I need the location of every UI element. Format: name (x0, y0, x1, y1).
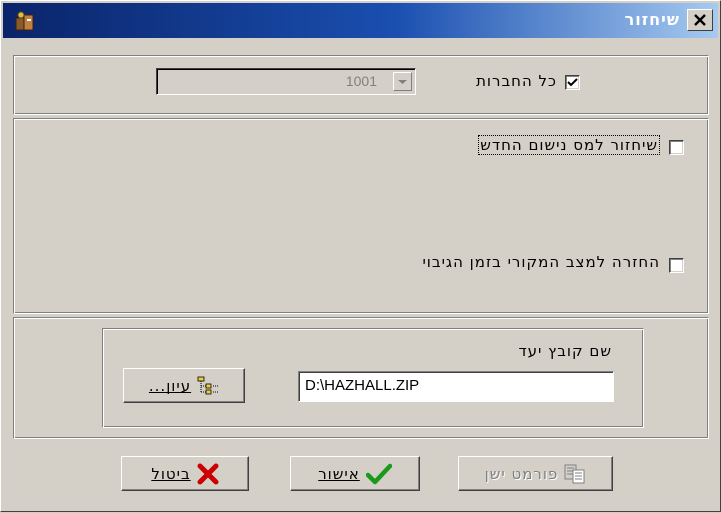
all-companies-label: כל החברות (476, 72, 557, 90)
old-format-label: פורמט ישן (484, 464, 559, 483)
tree-icon (197, 376, 219, 394)
company-select[interactable]: 1001 (156, 68, 416, 95)
restore-new-tax-label-wrap: שיחזור למס נישום החדש (478, 135, 660, 155)
check-icon (365, 463, 392, 484)
browse-button-label: עיון... (148, 376, 192, 395)
close-icon (694, 14, 706, 26)
target-file-input[interactable]: D:\HAZHALL.ZIP (298, 371, 614, 402)
ok-button[interactable]: אישור (290, 456, 420, 491)
document-icon (564, 464, 585, 483)
chevron-down-icon (398, 80, 407, 84)
close-button[interactable] (687, 9, 713, 31)
checkmark-icon (567, 78, 578, 87)
browse-button[interactable]: עיון... (123, 368, 245, 403)
title-bar[interactable]: שיחזור (3, 3, 718, 38)
x-icon (197, 463, 219, 484)
restore-dialog: שיחזור כל החברות 1001 שיחזור למס נישום ה… (0, 0, 721, 512)
company-select-dropdown-button[interactable] (393, 72, 412, 91)
ok-button-label: אישור (318, 464, 360, 483)
restore-new-tax-checkbox[interactable] (669, 140, 684, 155)
company-select-value: 1001 (345, 73, 377, 89)
cancel-button-label: ביטול (151, 464, 191, 483)
restore-new-tax-label: שיחזור למס נישום החדש (478, 135, 660, 155)
cancel-button[interactable]: ביטול (121, 456, 249, 491)
all-companies-checkbox[interactable] (565, 75, 580, 90)
app-icon (13, 10, 37, 32)
restore-original-label: החזרה למצב המקורי בזמן הגיבוי (422, 253, 660, 271)
window-title: שיחזור (624, 10, 680, 29)
restore-original-checkbox[interactable] (669, 258, 684, 273)
target-file-label: שם קובץ יעד (518, 342, 612, 360)
old-format-button[interactable]: פורמט ישן (458, 456, 613, 491)
